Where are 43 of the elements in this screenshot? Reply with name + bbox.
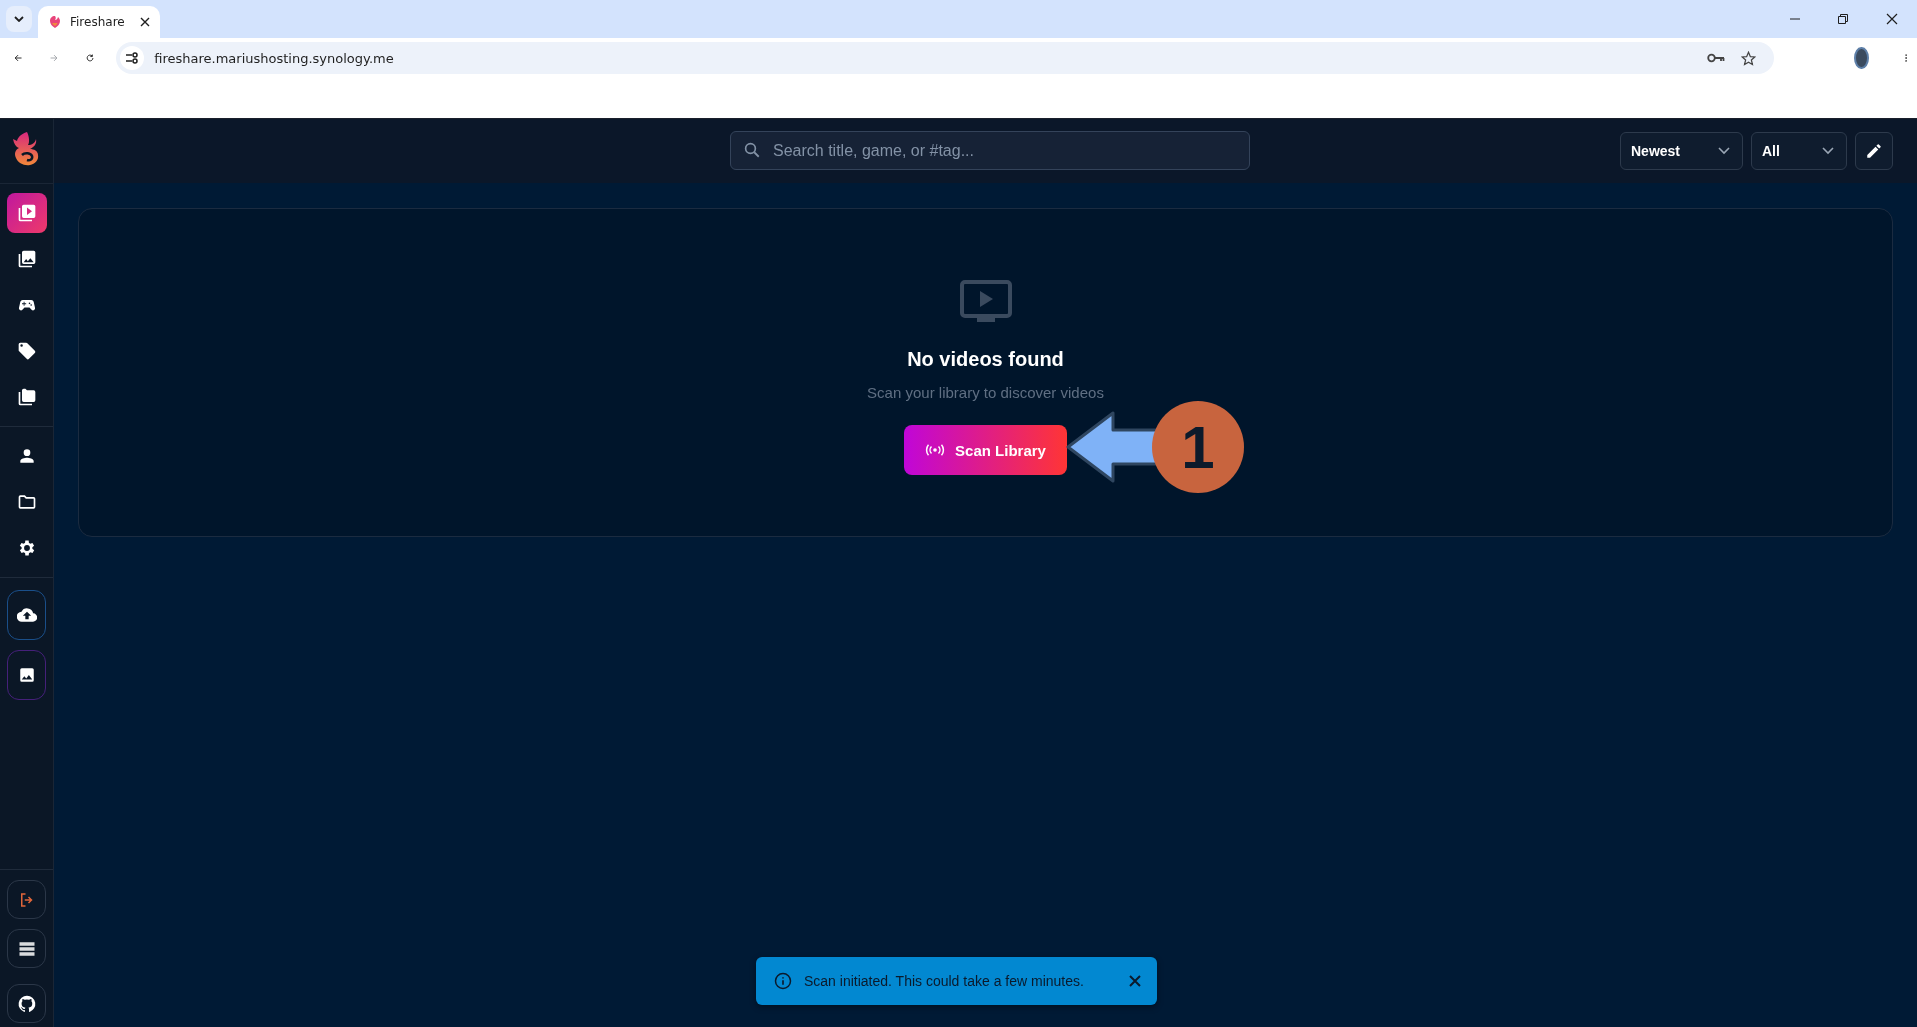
empty-state-title: No videos found [907,348,1064,371]
tag-icon [16,341,37,361]
folder-icon [16,492,37,512]
info-icon [774,972,792,990]
profile-avatar[interactable] [1854,47,1869,69]
scan-library-button[interactable]: Scan Library [904,425,1067,475]
chevron-down-icon [1822,147,1834,155]
folders-icon [16,387,37,407]
tv-play-icon [959,280,1012,324]
nav-button[interactable] [7,929,46,968]
nav-button[interactable] [7,984,46,1023]
edit-button[interactable] [1855,132,1893,170]
toast-message: Scan initiated. This could take a few minutes. [804,973,1085,989]
flame-logo-icon [48,15,62,29]
github-icon [16,993,37,1014]
broadcast-icon [925,444,946,456]
site-settings-icon[interactable] [125,52,140,64]
close-icon[interactable] [1886,13,1898,25]
star-icon[interactable] [1741,50,1757,66]
browser-tab[interactable]: Fireshare [38,6,160,38]
filter-dropdown[interactable]: All [1751,132,1847,170]
image-icon [17,666,36,684]
url-text: fireshare.mariushosting.synology.me [154,50,395,66]
nav-button[interactable] [7,590,46,640]
caret-icon [14,16,24,22]
search-field[interactable]: Search title, game, or #tag... [730,131,1250,170]
key-icon[interactable] [1707,53,1726,63]
video-library-icon [16,203,37,223]
chevron-down-icon [1718,147,1730,155]
menu-icon[interactable] [1904,51,1907,65]
restore-icon[interactable] [1838,14,1848,24]
sort-dropdown[interactable]: Newest [1620,132,1743,170]
close-icon[interactable] [140,17,150,27]
tab-title: Fireshare [70,15,126,29]
tab-search-button[interactable] [6,6,32,32]
pencil-icon [1865,142,1883,160]
cloud-upload-icon [16,605,37,625]
nav-button[interactable] [7,650,46,700]
photo-library-icon [16,249,37,269]
nav-button[interactable] [6,193,47,233]
empty-state-subtitle: Scan your library to discover videos [867,384,1104,401]
address-bar[interactable]: fireshare.mariushosting.synology.me [116,42,1775,74]
search-icon [743,141,761,159]
